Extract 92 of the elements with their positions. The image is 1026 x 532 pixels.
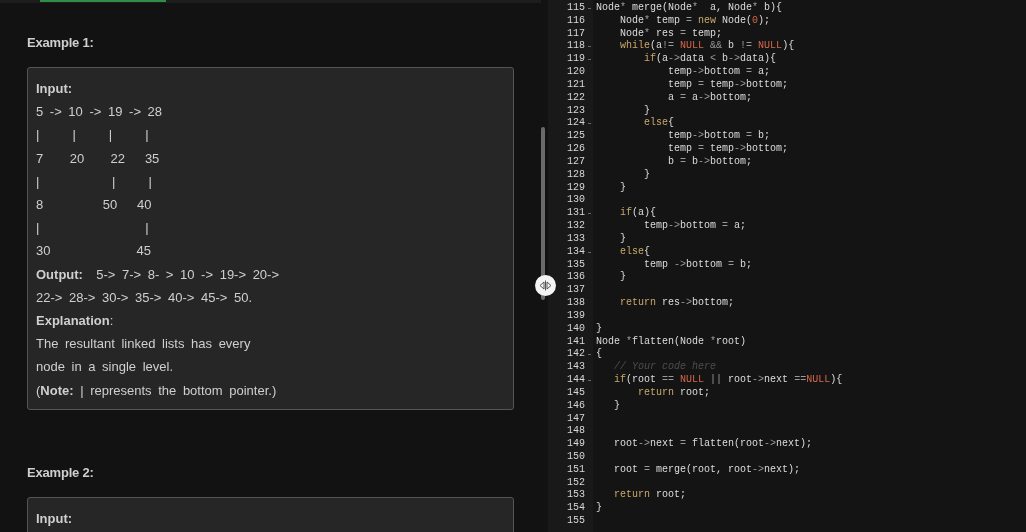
line-number: 137 (567, 284, 585, 298)
line-number: 153 (567, 489, 585, 503)
line-number: 129 (567, 181, 585, 195)
example-text: | | (36, 219, 149, 238)
example-text: The resultant linked lists has every (36, 335, 251, 354)
line-number: 142 (567, 348, 585, 362)
code-line: temp = temp->bottom; (667, 143, 789, 156)
resize-icon (539, 280, 552, 291)
code-line: Node* merge(Node* a, Node* b){ (596, 2, 783, 15)
example-text: 22-> 28-> 30-> 35-> 40-> 45-> 50. (36, 288, 253, 307)
line-number: 146 (567, 399, 585, 413)
code-line: if(a->data < b->data){ (643, 53, 777, 66)
code-line: } (596, 322, 602, 336)
example-text: Explanation: (36, 312, 114, 331)
line-number: 125 (567, 130, 585, 144)
code-line: while(a!= NULL && b != NULL){ (619, 40, 795, 53)
line-number: 118 (567, 40, 585, 54)
code-line: { (596, 348, 602, 362)
code-line: } (643, 104, 650, 117)
line-number: 150 (567, 451, 585, 464)
line-number: 134 (567, 245, 585, 259)
line-number: 115 (567, 2, 585, 15)
example-text: 8 50 40 (36, 196, 152, 214)
example-text: | | | (36, 172, 152, 191)
example-text: 5 -> 10 -> 19 -> 28 (36, 103, 163, 122)
example-heading: Example 2: (27, 463, 95, 482)
line-number: 139 (567, 309, 585, 323)
example-text: Output: 5-> 7-> 8- > 10 -> 19-> 20-> (36, 265, 280, 284)
code-line: if(a){ (619, 207, 657, 221)
line-number: 133 (567, 232, 585, 246)
example-text: 7 20 22 35 (36, 149, 160, 168)
code-line: root = merge(root, root->next); (613, 463, 801, 477)
line-number: 147 (567, 412, 585, 426)
code-line: temp->bottom = b; (667, 130, 771, 143)
example-label: Input: (36, 80, 73, 98)
code-line: temp = temp->bottom; (667, 78, 789, 92)
code-line: } (619, 181, 626, 195)
example-label: Input: (36, 509, 73, 528)
code-line: } (596, 502, 602, 516)
line-number: 132 (567, 220, 585, 233)
line-number: 144 (567, 374, 585, 387)
code-line: } (619, 271, 626, 285)
code-line: } (619, 232, 626, 246)
line-number: 135 (567, 258, 585, 272)
line-number: 119 (567, 53, 585, 67)
line-number: 152 (567, 476, 585, 490)
line-number: 124 (567, 117, 585, 131)
line-number: 148 (567, 425, 585, 439)
code-line: temp->bottom = a; (643, 220, 747, 233)
code-line: Node* res = temp; (619, 27, 723, 40)
line-number: 120 (567, 66, 585, 79)
line-number: 117 (567, 27, 585, 41)
line-number: 140 (567, 322, 585, 336)
code-line: temp->bottom = a; (667, 66, 771, 79)
code-line: b = b->bottom; (667, 155, 753, 169)
line-number: 151 (567, 463, 585, 477)
line-number: 131 (567, 207, 585, 221)
code-line: return res->bottom; (619, 297, 735, 310)
line-number: 121 (567, 78, 585, 92)
code-line: if(root == NULL || root->next ==NULL){ (613, 374, 843, 387)
line-number: 130 (567, 194, 585, 208)
code-line: else{ (643, 117, 675, 131)
code-line: else{ (619, 245, 651, 259)
code-line: return root; (637, 386, 711, 400)
line-number: 116 (567, 14, 585, 28)
code-line: return root; (613, 489, 687, 503)
line-number: 126 (567, 143, 585, 156)
code-line: } (643, 168, 650, 182)
example-text: | | | | (36, 126, 149, 145)
line-number: 141 (567, 335, 585, 349)
line-number: 127 (567, 155, 585, 169)
code-line: root->next = flatten(root->next); (613, 438, 813, 451)
example-text: 30 45 (36, 242, 151, 261)
line-number: 138 (567, 297, 585, 310)
line-number: 149 (567, 438, 585, 451)
scrollbar-thumb[interactable] (541, 127, 545, 300)
code-line: Node* temp = new Node(0); (619, 14, 771, 28)
line-number: 154 (567, 502, 585, 516)
example-text: node in a single level. (36, 358, 174, 377)
code-line: } (613, 399, 620, 413)
example-heading: Example 1: (27, 34, 95, 52)
example-text: (Note: | represents the bottom pointer.) (36, 381, 277, 400)
line-number: 155 (567, 515, 585, 528)
code-line: a = a->bottom; (667, 91, 753, 105)
line-number: 123 (567, 104, 585, 118)
line-number: 143 (567, 361, 585, 374)
code-line: temp ->bottom = b; (643, 258, 753, 272)
line-number: 128 (567, 168, 585, 182)
code-line: Node *flatten(Node *root) (596, 335, 747, 348)
line-number: 136 (567, 271, 585, 285)
line-number: 122 (567, 91, 585, 105)
line-number: 145 (567, 386, 585, 400)
